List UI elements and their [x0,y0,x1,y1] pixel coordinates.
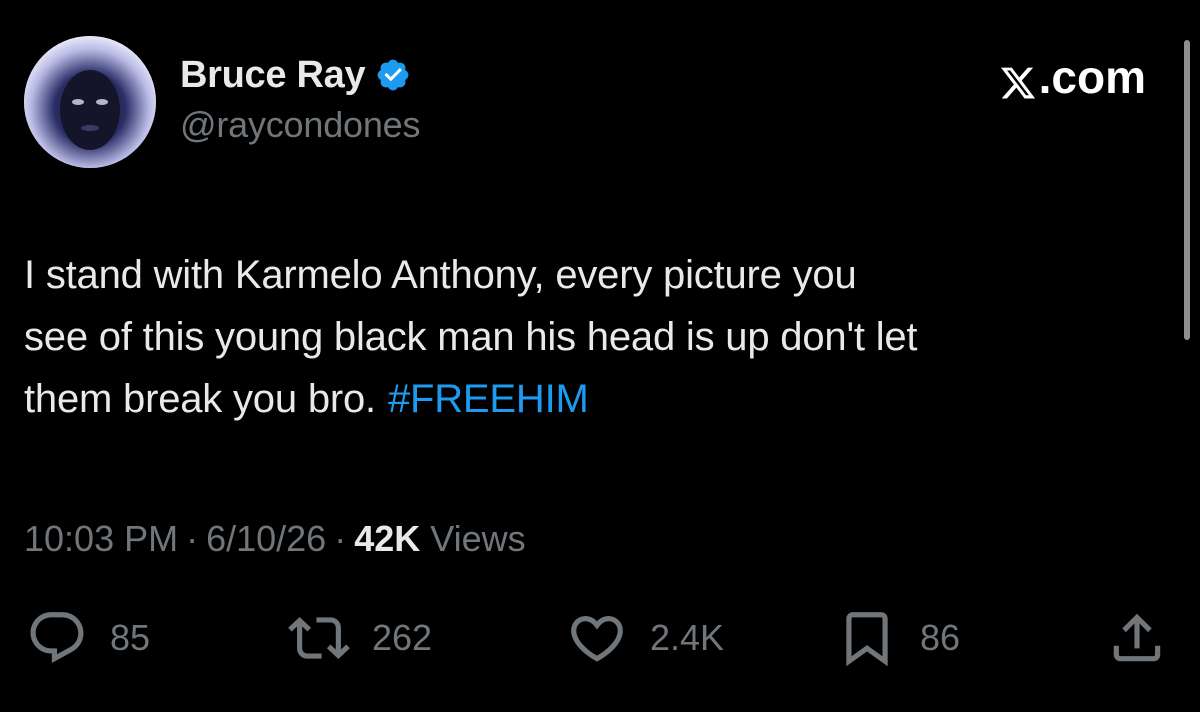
display-name[interactable]: Bruce Ray [180,54,366,97]
tweet-meta: 10:03 PM · 6/10/26 · 42K Views [24,518,526,560]
action-bar: 85 262 2.4K 86 [0,608,1200,668]
tweet-card: Bruce Ray @raycondones .com I stand with… [0,0,1200,712]
reply-button[interactable]: 85 [26,608,150,668]
bookmark-button[interactable]: 86 [836,608,960,668]
scrollbar[interactable] [1184,40,1190,340]
share-icon [1106,607,1168,669]
brand-label: .com [1038,51,1146,103]
share-button[interactable] [1106,608,1168,668]
bookmark-icon [836,607,898,669]
heart-icon [566,607,628,669]
tweet-text-line: I stand with Karmelo Anthony, every pict… [24,253,857,297]
avatar-image [24,36,156,168]
name-row: Bruce Ray [180,52,420,98]
hashtag-link[interactable]: #FREEHIM [388,377,589,421]
verified-badge-icon [375,57,411,93]
bookmark-count: 86 [920,617,961,658]
tweet-time[interactable]: 10:03 PM [24,518,178,560]
tweet-text-line: them break you bro. #FREEHIM [24,368,1174,430]
tweet-text-fragment: them break you bro. [24,377,376,421]
views-label: Views [430,518,526,559]
tweet-text-line: see of this young black man his head is … [24,315,918,359]
user-handle[interactable]: @raycondones [180,104,420,146]
avatar[interactable] [24,36,156,168]
repost-button[interactable]: 262 [288,608,432,668]
x-logo-icon [999,59,1037,99]
reply-count: 85 [110,617,151,658]
user-info: Bruce Ray @raycondones [180,52,420,146]
meta-separator: · [186,518,199,559]
tweet-text: I stand with Karmelo Anthony, every pict… [24,244,1174,430]
brand-watermark: .com [999,50,1146,104]
repost-icon [288,607,350,669]
like-count: 2.4K [650,617,725,658]
views-count: 42K [354,518,421,559]
like-button[interactable]: 2.4K [566,608,724,668]
tweet-date[interactable]: 6/10/26 [206,518,326,560]
repost-count: 262 [372,617,433,658]
reply-icon [26,607,88,669]
meta-separator: · [334,518,347,559]
